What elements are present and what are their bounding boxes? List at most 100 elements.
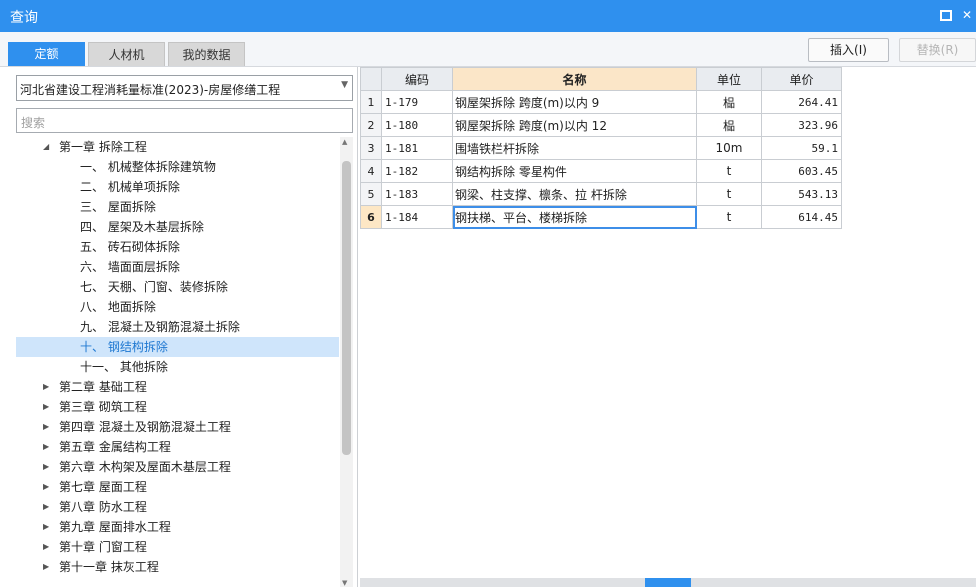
tree-chapter-node[interactable]: ▶ 第七章 屋面工程 — [16, 477, 339, 497]
left-panel: 河北省建设工程消耗量标准(2023)-房屋修缮工程 ▼ 搜索 ◢ 第一章 拆除工程… — [0, 67, 358, 587]
code-cell[interactable]: 1-183 — [381, 182, 453, 206]
table-row[interactable]: 4 1-182 钢结构拆除 零星构件 t 603.45 — [360, 159, 842, 183]
maximize-icon — [940, 10, 952, 21]
expand-right-icon[interactable]: ▶ — [43, 537, 49, 557]
price-cell[interactable]: 614.45 — [761, 205, 842, 229]
scroll-up-icon[interactable]: ▲ — [342, 138, 347, 146]
row-index-cell[interactable]: 3 — [360, 136, 382, 160]
header-index — [360, 67, 382, 91]
unit-cell[interactable]: 榀 — [696, 113, 762, 137]
tree-section-node[interactable]: 八、 地面拆除 — [16, 297, 339, 317]
splitter-handle[interactable] — [645, 578, 691, 587]
unit-cell[interactable]: 10m — [696, 136, 762, 160]
expand-right-icon[interactable]: ▶ — [43, 377, 49, 397]
table-row[interactable]: 5 1-183 钢梁、柱支撑、檩条、拉 杆拆除 t 543.13 — [360, 182, 842, 206]
tree-section-node[interactable]: 三、 屋面拆除 — [16, 197, 339, 217]
replace-button[interactable]: 替换(R) — [899, 38, 976, 62]
tree-section-node[interactable]: 十一、 其他拆除 — [16, 357, 339, 377]
name-cell[interactable]: 围墙铁栏杆拆除 — [452, 136, 697, 160]
unit-cell[interactable]: t — [696, 159, 762, 183]
tree-chapter-node[interactable]: ▶ 第四章 混凝土及钢筋混凝土工程 — [16, 417, 339, 437]
tree-section-node[interactable]: 九、 混凝土及钢筋混凝土拆除 — [16, 317, 339, 337]
price-cell[interactable]: 543.13 — [761, 182, 842, 206]
row-index-cell[interactable]: 4 — [360, 159, 382, 183]
tree-chapter-node[interactable]: ▶ 第三章 砌筑工程 — [16, 397, 339, 417]
name-cell[interactable]: 钢结构拆除 零星构件 — [452, 159, 697, 183]
tab-labor-material[interactable]: 人材机 — [88, 42, 165, 66]
name-cell[interactable]: 钢屋架拆除 跨度(m)以内 9 — [452, 90, 697, 114]
tree-chapter-node[interactable]: ▶ 第十一章 抹灰工程 — [16, 557, 339, 577]
tree-section-node[interactable]: 十、 钢结构拆除 — [16, 337, 339, 357]
code-cell[interactable]: 1-179 — [381, 90, 453, 114]
expand-right-icon[interactable]: ▶ — [43, 397, 49, 417]
close-button[interactable]: ✕ — [960, 8, 974, 22]
search-input[interactable]: 搜索 — [16, 108, 353, 133]
expand-right-icon[interactable]: ▶ — [43, 557, 49, 577]
row-index-cell[interactable]: 1 — [360, 90, 382, 114]
price-cell[interactable]: 603.45 — [761, 159, 842, 183]
tree-section-node[interactable]: 六、 墙面面层拆除 — [16, 257, 339, 277]
tree-node-label: 六、 墙面面层拆除 — [80, 260, 180, 274]
header-unit[interactable]: 单位 — [696, 67, 762, 91]
library-select[interactable]: 河北省建设工程消耗量标准(2023)-房屋修缮工程 ▼ — [16, 75, 353, 101]
tab-quota[interactable]: 定额 — [8, 42, 85, 66]
tree-chapter-node[interactable]: ▶ 第十章 门窗工程 — [16, 537, 339, 557]
tree-chapter-node[interactable]: ▶ 第二章 基础工程 — [16, 377, 339, 397]
tree-node-label: 第三章 砌筑工程 — [59, 400, 147, 414]
expand-right-icon[interactable]: ▶ — [43, 477, 49, 497]
tree-section-node[interactable]: 七、 天棚、门窗、装修拆除 — [16, 277, 339, 297]
expand-right-icon[interactable]: ▶ — [43, 517, 49, 537]
unit-cell[interactable]: t — [696, 182, 762, 206]
name-cell[interactable]: 钢扶梯、平台、楼梯拆除 — [452, 205, 697, 229]
tree-section-node[interactable]: 五、 砖石砌体拆除 — [16, 237, 339, 257]
close-icon: ✕ — [961, 8, 973, 22]
name-cell[interactable]: 钢屋架拆除 跨度(m)以内 12 — [452, 113, 697, 137]
insert-button[interactable]: 插入(I) — [808, 38, 889, 62]
tree-node-label: 九、 混凝土及钢筋混凝土拆除 — [80, 320, 240, 334]
tree-chapter-node[interactable]: ▶ 第五章 金属结构工程 — [16, 437, 339, 457]
code-cell[interactable]: 1-184 — [381, 205, 453, 229]
tree-node-label: 第十一章 抹灰工程 — [59, 560, 159, 574]
tree-section-node[interactable]: 四、 屋架及木基层拆除 — [16, 217, 339, 237]
scrollbar-thumb[interactable] — [342, 161, 351, 455]
scroll-down-icon[interactable]: ▼ — [342, 579, 347, 587]
price-cell[interactable]: 264.41 — [761, 90, 842, 114]
unit-cell[interactable]: t — [696, 205, 762, 229]
tree-section-node[interactable]: 二、 机械单项拆除 — [16, 177, 339, 197]
tree-node-label: 第十章 门窗工程 — [59, 540, 147, 554]
tree-node-label: 第八章 防水工程 — [59, 500, 147, 514]
header-name[interactable]: 名称 — [452, 67, 697, 91]
table-row[interactable]: 3 1-181 围墙铁栏杆拆除 10m 59.1 — [360, 136, 842, 160]
tree-section-node[interactable]: 一、 机械整体拆除建筑物 — [16, 157, 339, 177]
unit-cell[interactable]: 榀 — [696, 90, 762, 114]
row-index-cell[interactable]: 5 — [360, 182, 382, 206]
code-cell[interactable]: 1-182 — [381, 159, 453, 183]
name-cell[interactable]: 钢梁、柱支撑、檩条、拉 杆拆除 — [452, 182, 697, 206]
tree-chapter-node[interactable]: ▶ 第九章 屋面排水工程 — [16, 517, 339, 537]
maximize-button[interactable] — [938, 8, 952, 22]
tree-scrollbar[interactable]: ▲ ▼ — [340, 137, 353, 587]
table-row[interactable]: 1 1-179 钢屋架拆除 跨度(m)以内 9 榀 264.41 — [360, 90, 842, 114]
tree-chapter-node[interactable]: ◢ 第一章 拆除工程 — [16, 137, 339, 157]
expand-right-icon[interactable]: ▶ — [43, 497, 49, 517]
row-index-cell[interactable]: 6 — [360, 205, 382, 229]
chevron-down-icon: ▼ — [341, 80, 348, 90]
code-cell[interactable]: 1-180 — [381, 113, 453, 137]
code-cell[interactable]: 1-181 — [381, 136, 453, 160]
table-row[interactable]: 2 1-180 钢屋架拆除 跨度(m)以内 12 榀 323.96 — [360, 113, 842, 137]
table-row[interactable]: 6 1-184 钢扶梯、平台、楼梯拆除 t 614.45 — [360, 205, 842, 229]
tree-chapter-node[interactable]: ▶ 第八章 防水工程 — [16, 497, 339, 517]
expand-right-icon[interactable]: ▶ — [43, 437, 49, 457]
expand-right-icon[interactable]: ▶ — [43, 417, 49, 437]
tab-my-data[interactable]: 我的数据 — [168, 42, 245, 66]
header-code[interactable]: 编码 — [381, 67, 453, 91]
tree-chapter-node[interactable]: ▶ 第六章 木构架及屋面木基层工程 — [16, 457, 339, 477]
title-bar: 查询 ✕ — [0, 0, 976, 32]
price-cell[interactable]: 59.1 — [761, 136, 842, 160]
expand-down-icon[interactable]: ◢ — [43, 137, 49, 157]
expand-right-icon[interactable]: ▶ — [43, 457, 49, 477]
header-price[interactable]: 单价 — [761, 67, 842, 91]
price-cell[interactable]: 323.96 — [761, 113, 842, 137]
row-index-cell[interactable]: 2 — [360, 113, 382, 137]
table-hscrollbar[interactable] — [360, 578, 976, 587]
